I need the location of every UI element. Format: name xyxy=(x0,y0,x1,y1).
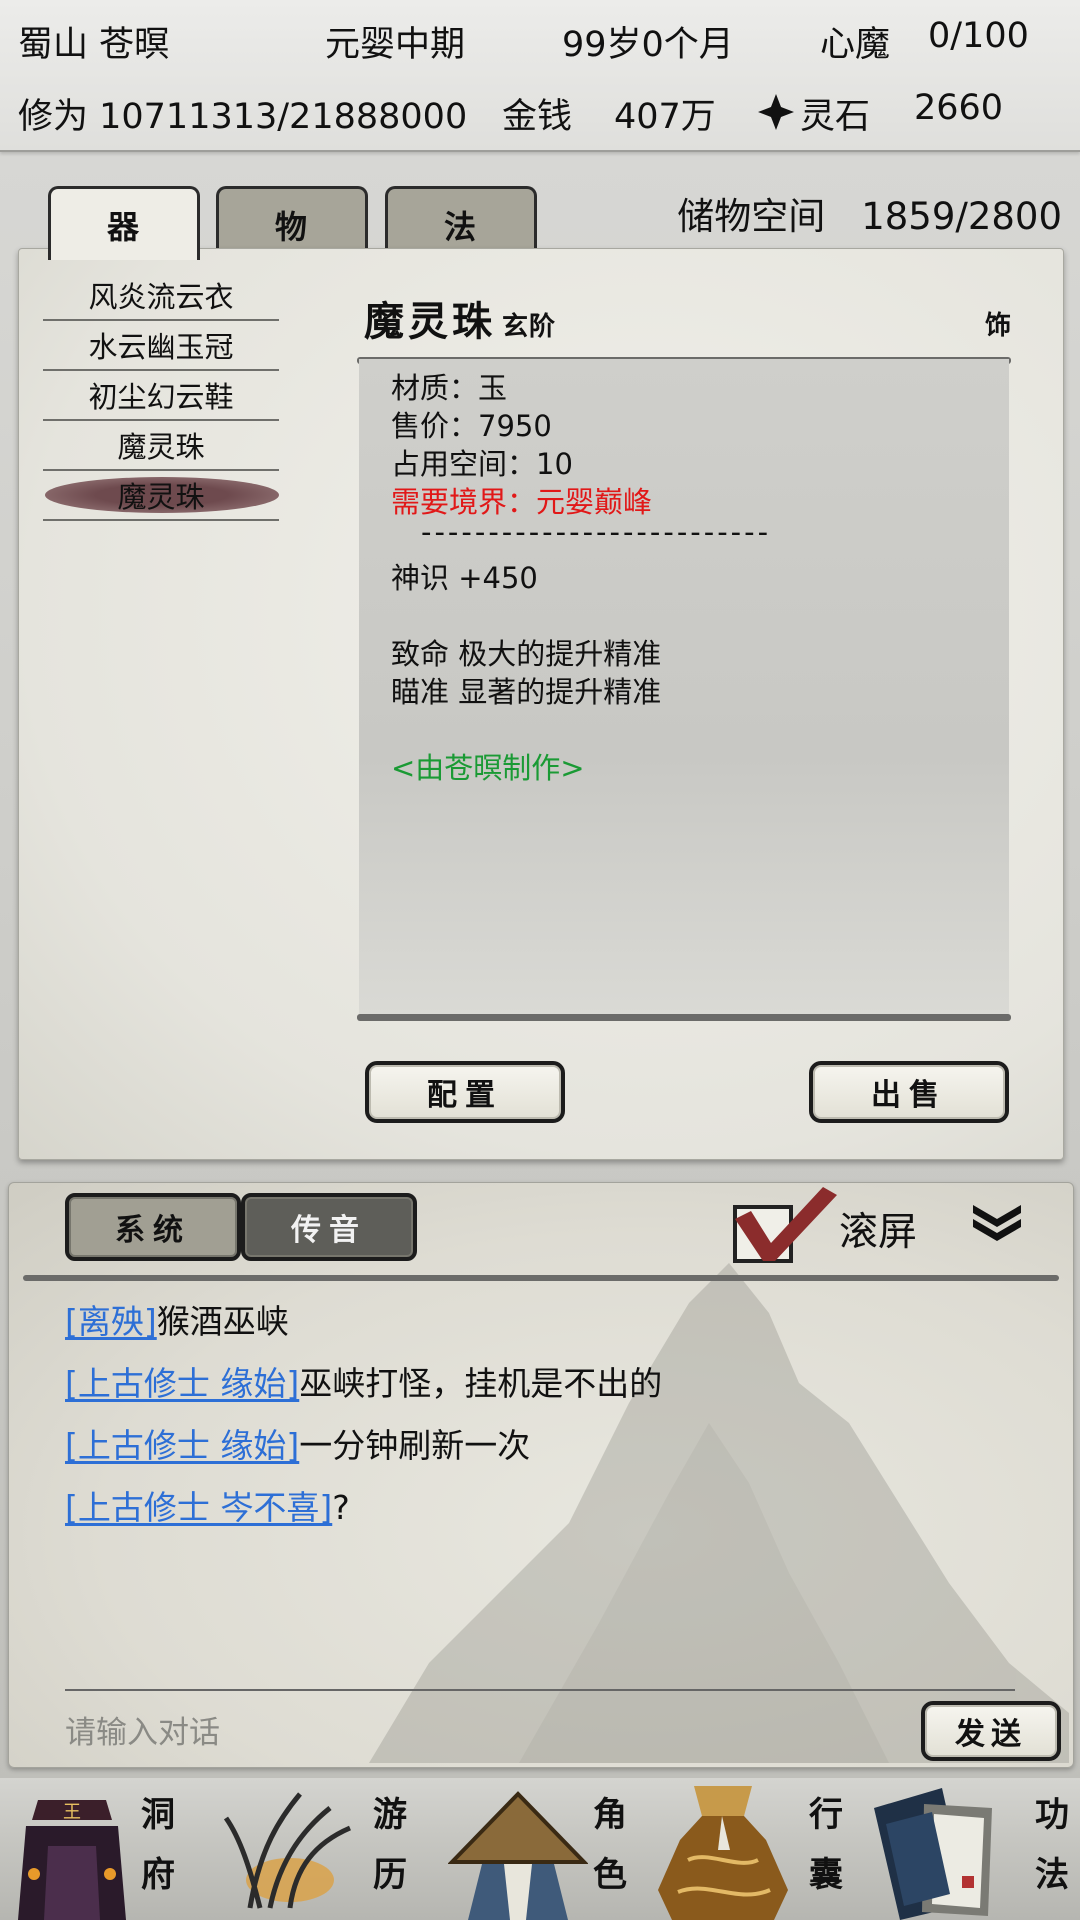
cultivation-progress: 修为 10711313/21888000 xyxy=(18,97,468,137)
chat-message-text: 巫峡打怪，挂机是不出的 xyxy=(299,1364,663,1403)
item-material: 材质：玉 xyxy=(391,371,508,405)
spirit-stone-label: 灵石 xyxy=(800,97,871,137)
chat-sender-link[interactable]: [上古修士 岑不喜] xyxy=(65,1488,332,1527)
item-name-label: 水云幽玉冠 xyxy=(88,330,234,364)
item-price: 售价：7950 xyxy=(391,409,552,443)
nav-techniques[interactable]: 功 法 xyxy=(864,1778,1080,1920)
nav-label: 功 xyxy=(1035,1795,1069,1835)
item-title-name: 魔灵珠 xyxy=(364,298,496,345)
nav-travel[interactable]: 游 历 xyxy=(216,1778,432,1920)
nav-label: 角 xyxy=(593,1795,627,1835)
heart-demon-label: 心魔 xyxy=(820,25,891,65)
item-stat: 神识 +450 xyxy=(391,561,538,595)
chat-sender-link[interactable]: [离殃] xyxy=(65,1302,157,1341)
list-item[interactable]: 风炎流云衣 xyxy=(43,271,279,321)
bottom-nav: 王 洞 府 游 历 角 色 行 囊 功 法 xyxy=(0,1778,1080,1920)
chat-input[interactable] xyxy=(65,1711,665,1755)
svg-text:王: 王 xyxy=(63,1802,81,1823)
spirit-stone-icon xyxy=(758,94,794,130)
character-age: 99岁0个月 xyxy=(562,25,734,65)
treasure-bag-icon xyxy=(658,1786,788,1920)
chat-message-text: ? xyxy=(332,1488,350,1527)
nav-label: 洞 xyxy=(141,1795,175,1835)
chat-input-underline xyxy=(65,1689,1015,1691)
item-effect-aim: 瞄准 显著的提升精准 xyxy=(391,675,662,709)
chat-message: [离殃]猴酒巫峡 xyxy=(65,1295,289,1343)
inventory-panel: 风炎流云衣 水云幽玉冠 初尘幻云鞋 魔灵珠 魔灵珠 魔灵珠 玄阶 饰 材质：玉 售… xyxy=(18,248,1064,1160)
nav-label: 囊 xyxy=(809,1855,843,1895)
realm-level: 元婴中期 xyxy=(325,25,466,65)
chat-message: [上古修士 缘始]一分钟刷新一次 xyxy=(65,1419,530,1467)
chat-message: [上古修士 缘始]巫峡打怪，挂机是不出的 xyxy=(65,1357,662,1405)
chat-message: [上古修士 岑不喜]? xyxy=(65,1481,350,1529)
item-title: 魔灵珠 玄阶 xyxy=(364,289,556,347)
mountain-ink-decoration xyxy=(369,1263,1069,1763)
item-name-label: 魔灵珠 xyxy=(117,480,205,514)
item-name-label: 初尘幻云鞋 xyxy=(88,380,234,414)
storage-capacity: 储物空间 1859/2800 xyxy=(677,186,1062,240)
nav-inventory[interactable]: 行 囊 xyxy=(648,1778,864,1920)
item-detail-box: 材质：玉 售价：7950 占用空间：10 需要境界：元婴巅峰 ---------… xyxy=(359,359,1009,1019)
nav-label: 法 xyxy=(1035,1855,1069,1895)
chat-tab-whisper[interactable]: 传音 xyxy=(241,1193,417,1261)
send-button[interactable]: 发送 xyxy=(921,1701,1061,1761)
nav-cave-dwelling[interactable]: 王 洞 府 xyxy=(0,1778,216,1920)
tab-equipment[interactable]: 器 xyxy=(48,186,200,260)
nav-label: 游 xyxy=(373,1795,407,1835)
nav-label: 色 xyxy=(593,1855,627,1895)
storage-capacity-label: 储物空间 xyxy=(677,195,826,238)
nav-label: 行 xyxy=(809,1795,843,1835)
chat-divider xyxy=(23,1275,1059,1281)
nav-label: 府 xyxy=(141,1855,175,1895)
cave-dwelling-icon: 王 xyxy=(18,1800,126,1920)
item-name-label: 魔灵珠 xyxy=(117,430,205,464)
item-grade: 玄阶 xyxy=(502,312,557,342)
sect-character-name: 蜀山 苍暝 xyxy=(18,25,170,65)
nav-character[interactable]: 角 色 xyxy=(432,1778,648,1920)
equip-button[interactable]: 配置 xyxy=(365,1061,565,1123)
straw-hat-character-icon xyxy=(448,1791,588,1920)
detail-bottom-divider xyxy=(357,1014,1011,1021)
chevron-down-icon[interactable] xyxy=(967,1195,1027,1245)
item-slot-type: 饰 xyxy=(984,311,1011,341)
chat-sender-link[interactable]: [上古修士 缘始] xyxy=(65,1426,299,1465)
item-effect-critical: 致命 极大的提升精准 xyxy=(391,637,662,671)
herb-travel-icon xyxy=(223,1792,351,1909)
spirit-stone-value: 2660 xyxy=(914,88,1004,128)
scripture-books-icon xyxy=(874,1788,992,1920)
list-item[interactable]: 初尘幻云鞋 xyxy=(43,371,279,421)
status-bar: 蜀山 苍暝 元婴中期 99岁0个月 心魔 0/100 修为 10711313/2… xyxy=(0,0,1080,152)
list-item-selected[interactable]: 魔灵珠 xyxy=(43,471,279,521)
list-item[interactable]: 魔灵珠 xyxy=(43,421,279,471)
chat-tab-system[interactable]: 系统 xyxy=(65,1193,241,1261)
chat-message-text: 猴酒巫峡 xyxy=(156,1302,289,1341)
chat-message-text: 一分钟刷新一次 xyxy=(299,1426,531,1465)
item-maker: <由苍暝制作> xyxy=(391,751,585,785)
auto-scroll-label: 滚屏 xyxy=(839,1210,918,1255)
heart-demon-value: 0/100 xyxy=(928,16,1029,56)
detail-separator: -------------------------- xyxy=(421,515,772,549)
money-label: 金钱 xyxy=(502,97,573,137)
chat-sender-link[interactable]: [上古修士 缘始] xyxy=(65,1364,299,1403)
nav-label: 历 xyxy=(373,1855,407,1895)
checkmark-icon xyxy=(735,1187,837,1261)
item-name-label: 风炎流云衣 xyxy=(88,280,234,314)
item-space: 占用空间：10 xyxy=(391,447,573,481)
chat-panel: 系统 传音 滚屏 [离殃]猴酒巫峡 [上古修士 缘始]巫峡打怪，挂机是不出的 [… xyxy=(8,1182,1074,1768)
money-value: 407万 xyxy=(614,97,716,137)
list-item[interactable]: 水云幽玉冠 xyxy=(43,321,279,371)
storage-capacity-value: 1859/2800 xyxy=(861,195,1062,238)
sell-button[interactable]: 出售 xyxy=(809,1061,1009,1123)
